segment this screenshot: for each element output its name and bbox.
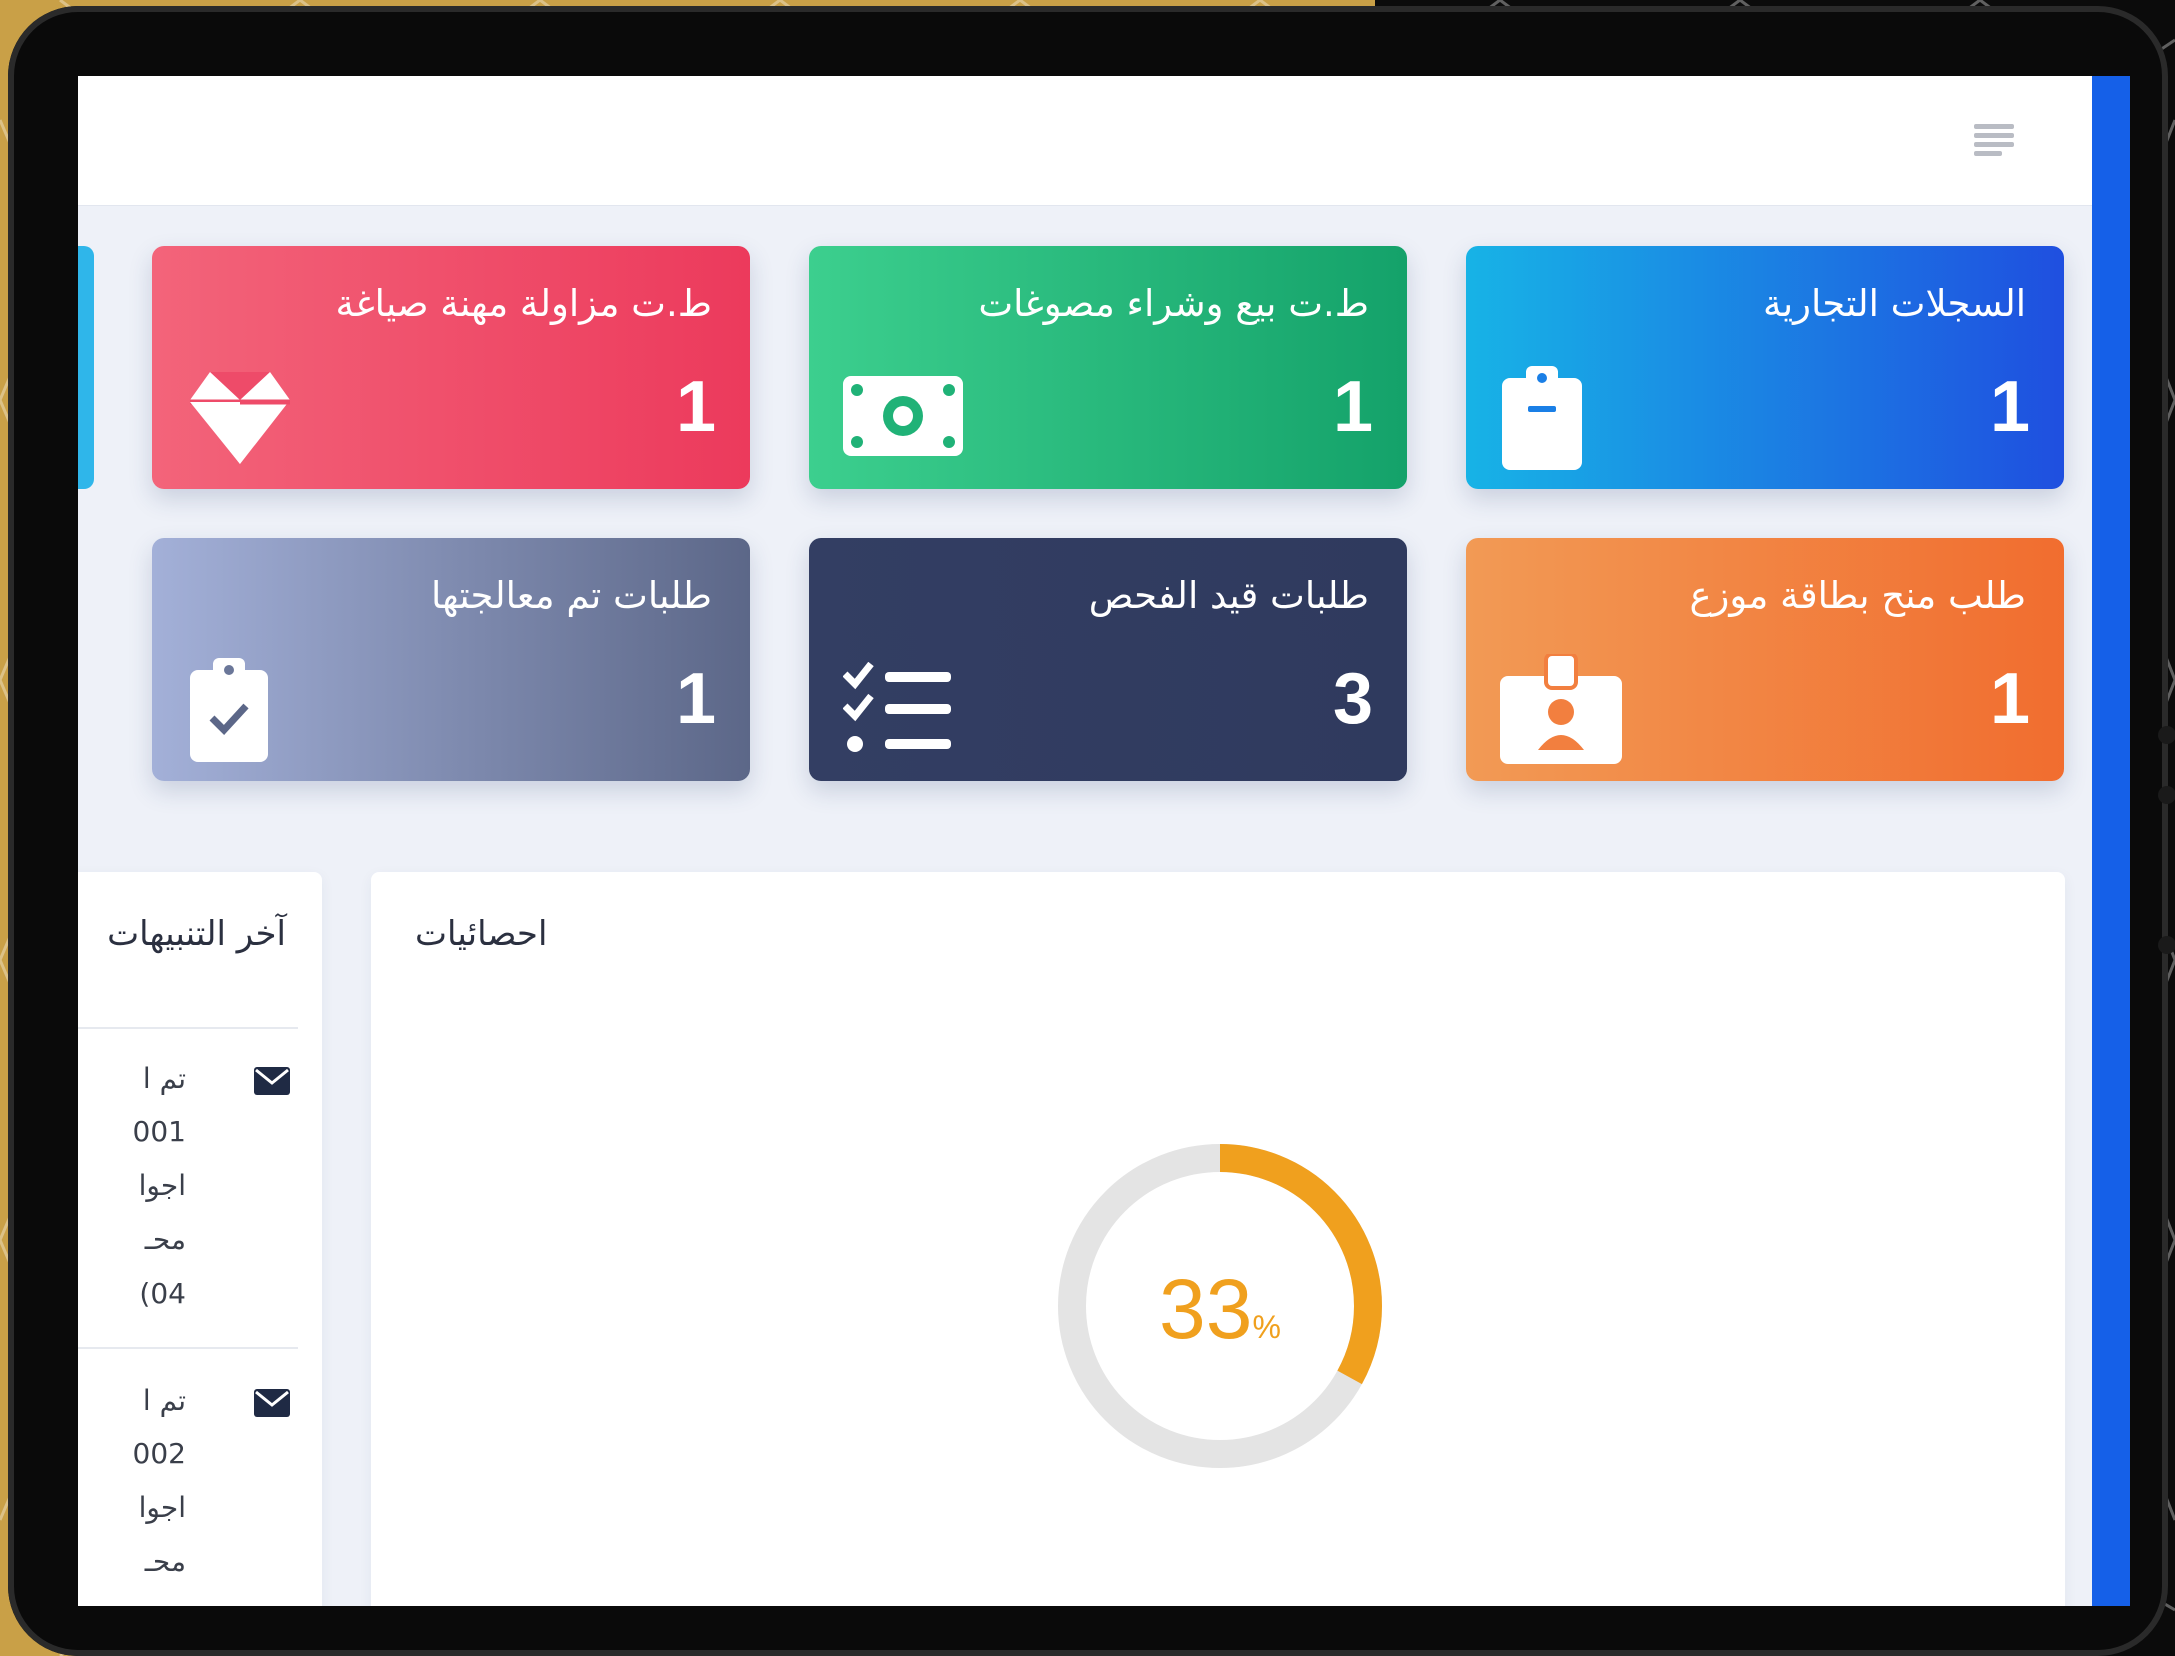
- notification-line: تم ا: [142, 1384, 186, 1417]
- top-navbar: [78, 76, 2092, 206]
- dashboard-screen: السجلات التجارية 1 ط.ت بيع وشراء مصوغات …: [78, 76, 2130, 1606]
- checklist-icon: [843, 662, 951, 752]
- card-title: ط.ت مزاولة مهنة صياغة: [335, 282, 712, 325]
- donut-percentage-label: 33%: [1050, 1261, 1390, 1358]
- envelope-icon: [254, 1389, 290, 1417]
- card-count: 1: [1332, 367, 1373, 447]
- card-processed-requests[interactable]: طلبات تم معالجتها 1: [152, 538, 750, 781]
- notification-line: 04): [139, 1277, 186, 1310]
- diamond-icon: [190, 372, 290, 464]
- sensor-dot: [2158, 936, 2175, 954]
- card-title: السجلات التجارية: [1763, 282, 2026, 325]
- notifications-panel: آخر التنبيهات تم ا 001 اجوا محـ 04) تم ا…: [78, 872, 322, 1606]
- card-title: طلبات تم معالجتها: [430, 574, 712, 617]
- divider: [78, 1027, 298, 1029]
- hamburger-menu-icon[interactable]: [1966, 114, 2022, 166]
- divider: [78, 1347, 298, 1349]
- card-count: 1: [1989, 367, 2030, 447]
- notification-line: 002: [132, 1437, 186, 1470]
- card-requests-under-review[interactable]: طلبات قيد الفحص 3: [809, 538, 1407, 781]
- notification-line: اجوا: [138, 1169, 186, 1202]
- id-badge-icon: [1500, 654, 1622, 764]
- right-sidebar-edge: [2092, 76, 2130, 1606]
- card-goldsmith-practice-licenses[interactable]: ط.ت مزاولة مهنة صياغة 1: [152, 246, 750, 489]
- percent-value: 33: [1159, 1262, 1253, 1356]
- card-count: 1: [675, 659, 716, 739]
- card-count: 1: [675, 367, 716, 447]
- notification-line: اجوا: [138, 1491, 186, 1524]
- card-count: 1: [1989, 659, 2030, 739]
- clipboard-icon: [1502, 366, 1582, 470]
- percent-sign: %: [1252, 1309, 1281, 1345]
- notification-line: تم ا: [142, 1062, 186, 1095]
- card-distributor-card-request[interactable]: طلب منح بطاقة موزع 1: [1466, 538, 2064, 781]
- sensor-dot: [2158, 786, 2175, 804]
- envelope-icon: [254, 1067, 290, 1095]
- tablet-side-sensors: [2158, 726, 2175, 986]
- panel-title: احصائيات: [415, 914, 548, 954]
- notification-line: محـ: [144, 1545, 186, 1578]
- money-bill-icon: [843, 376, 963, 456]
- notification-line: 001: [132, 1115, 186, 1148]
- card-jewelry-trade-licenses[interactable]: ط.ت بيع وشراء مصوغات 1: [809, 246, 1407, 489]
- panel-title: آخر التنبيهات: [107, 914, 286, 954]
- notification-line: محـ: [144, 1223, 186, 1256]
- card-title: طلب منح بطاقة موزع: [1689, 574, 2026, 617]
- partial-card-edge: [78, 246, 94, 489]
- card-count: 3: [1332, 659, 1373, 739]
- card-title: طلبات قيد الفحص: [1088, 574, 1369, 617]
- sensor-dot: [2158, 726, 2175, 744]
- card-commercial-registers[interactable]: السجلات التجارية 1: [1466, 246, 2064, 489]
- clipboard-check-icon: [190, 658, 268, 762]
- card-title: ط.ت بيع وشراء مصوغات: [978, 282, 1369, 325]
